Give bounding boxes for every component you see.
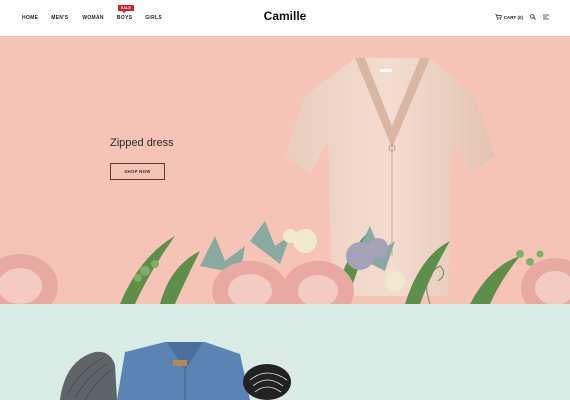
featured-section bbox=[0, 304, 570, 400]
nav-item-home[interactable]: HOME bbox=[22, 15, 38, 21]
hero-title: Zipped dress bbox=[110, 137, 174, 149]
nav-item-mens[interactable]: MEN'S bbox=[51, 15, 68, 21]
sale-badge: SALE bbox=[117, 5, 134, 13]
hero-banner: Zipped dress SHOP NOW bbox=[0, 36, 570, 304]
menu-icon[interactable] bbox=[543, 14, 549, 20]
search-icon[interactable] bbox=[530, 14, 536, 20]
header-tools: CART (0) bbox=[495, 14, 549, 20]
site-header: HOME MEN'S WOMAN SALE BOYS GIRLS Camille … bbox=[0, 0, 570, 36]
cart-icon bbox=[495, 14, 502, 20]
nav-item-boys[interactable]: SALE BOYS bbox=[116, 5, 134, 21]
nav-item-boys-label: BOYS bbox=[116, 15, 133, 21]
brand-logo[interactable]: Camille bbox=[264, 9, 307, 23]
cart-button[interactable]: CART (0) bbox=[495, 14, 523, 20]
nav-item-woman[interactable]: WOMAN bbox=[82, 15, 104, 21]
cart-label: CART (0) bbox=[503, 14, 523, 20]
nav-item-girls[interactable]: GIRLS bbox=[145, 15, 162, 21]
shop-now-button[interactable]: SHOP NOW bbox=[110, 163, 165, 180]
main-nav: HOME MEN'S WOMAN SALE BOYS GIRLS bbox=[22, 5, 162, 21]
jacket-image bbox=[60, 342, 291, 400]
floral-decoration bbox=[0, 221, 570, 304]
